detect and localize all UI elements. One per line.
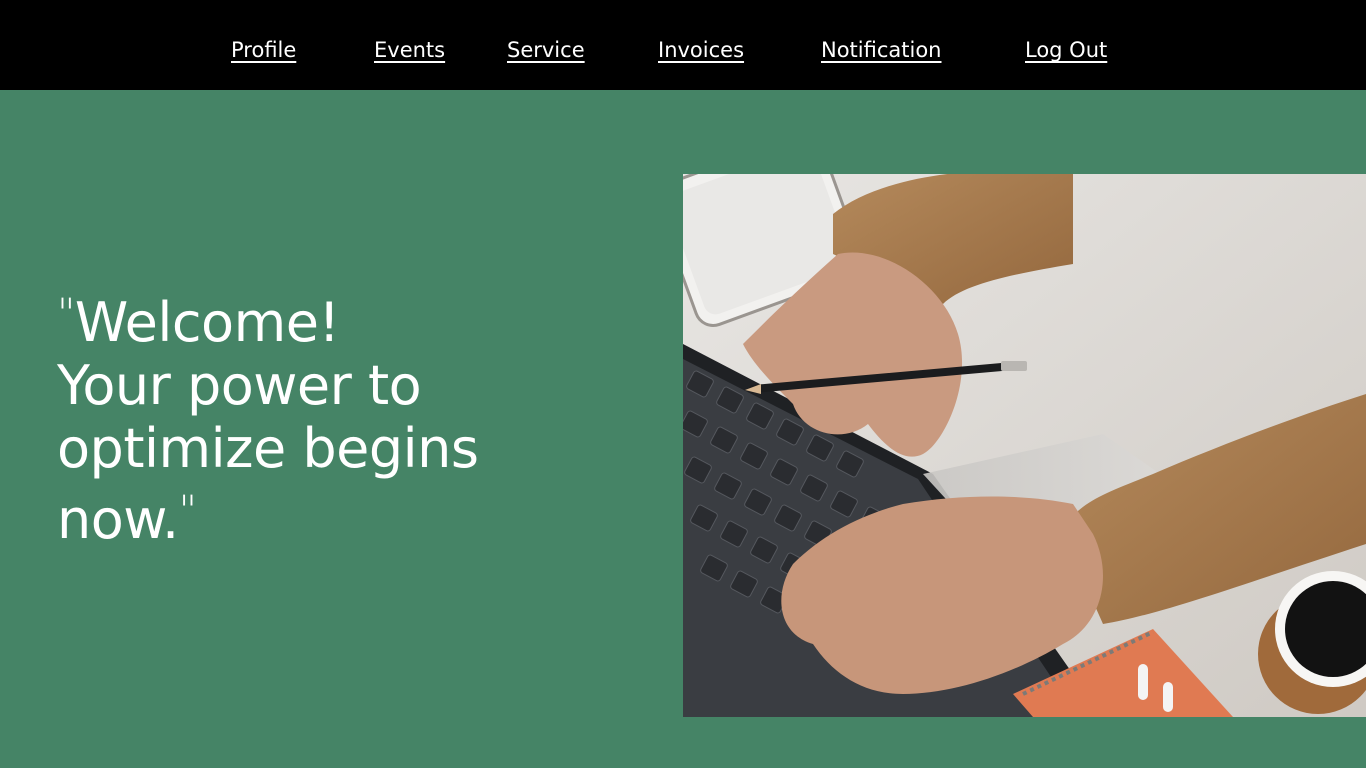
nav-link-logout[interactable]: Log Out bbox=[1025, 36, 1107, 64]
welcome-line-4: now." bbox=[57, 480, 617, 551]
close-quote-mark: " bbox=[178, 488, 197, 534]
top-navigation-bar: Profile Events Service Invoices Notifica… bbox=[0, 0, 1366, 90]
laptop-typing-photo bbox=[683, 174, 1366, 717]
welcome-heading: Welcome! bbox=[74, 291, 340, 354]
welcome-line-4-text: now. bbox=[57, 488, 179, 551]
nav-link-service[interactable]: Service bbox=[507, 36, 585, 64]
open-quote-mark: " bbox=[57, 291, 75, 337]
nav-link-invoices[interactable]: Invoices bbox=[658, 36, 744, 64]
nav-link-notification[interactable]: Notification bbox=[821, 36, 942, 64]
nav-link-profile[interactable]: Profile bbox=[231, 36, 296, 64]
welcome-quote: "Welcome! Your power to optimize begins … bbox=[57, 283, 617, 551]
welcome-line-1: "Welcome! bbox=[57, 283, 617, 354]
nav-link-events[interactable]: Events bbox=[374, 36, 445, 64]
welcome-line-3: optimize begins bbox=[57, 417, 479, 480]
welcome-line-2: Your power to bbox=[57, 354, 422, 417]
